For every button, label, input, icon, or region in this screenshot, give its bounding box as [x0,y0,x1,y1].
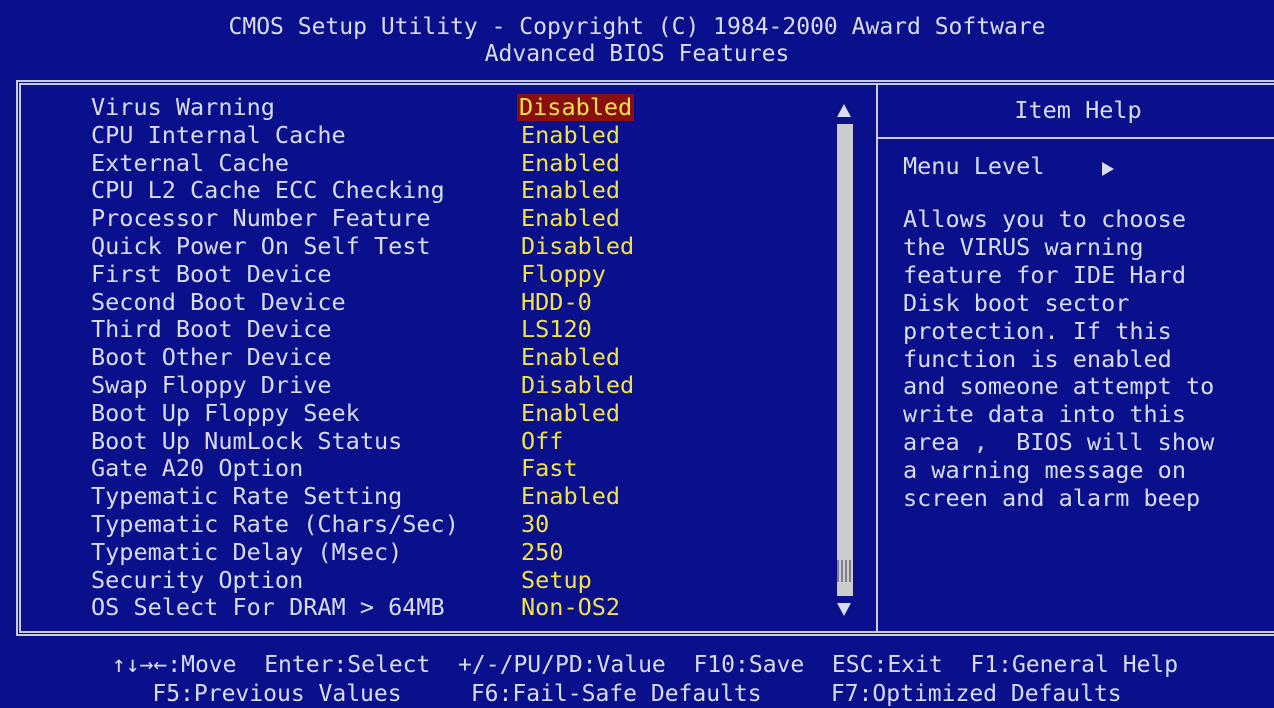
scrollbar[interactable] [837,124,853,596]
setting-value[interactable]: Floppy [519,260,608,288]
setting-label: Typematic Rate Setting [91,482,403,511]
setting-row[interactable]: Typematic Delay (Msec) 250 [91,537,651,567]
triangle-right-icon [1102,162,1114,176]
help-line: and someone attempt to [903,372,1215,401]
header: CMOS Setup Utility - Copyright (C) 1984-… [0,0,1274,78]
setting-value[interactable]: 250 [519,538,565,566]
setting-row[interactable]: Typematic Rate (Chars/Sec) 30 [91,509,651,539]
setting-value[interactable]: Enabled [519,205,622,232]
setting-value[interactable]: Enabled [519,177,622,204]
setting-row[interactable]: CPU L2 Cache ECC Checking Enabled [91,177,651,205]
setting-row[interactable]: Gate A20 Option Fast [91,455,651,483]
help-line: screen and alarm beep [903,484,1201,513]
setting-label: External Cache [91,148,290,177]
setting-value[interactable]: 30 [519,510,551,538]
setting-row[interactable]: OS Select For DRAM > 64MB Non-OS2 [91,594,651,622]
setting-label: Virus Warning [91,93,275,121]
page-title: Advanced BIOS Features [484,41,790,67]
setting-label: Security Option [91,565,304,594]
setting-label: CPU Internal Cache [91,120,346,149]
app-title: CMOS Setup Utility - Copyright (C) 1984-… [228,14,1046,40]
setting-label: Quick Power On Self Test [91,231,431,260]
setting-label: Gate A20 Option [91,454,304,483]
setting-label: OS Select For DRAM > 64MB [91,593,445,622]
setting-value-selected[interactable]: Disabled [517,94,635,121]
footer-defaults-line: F5:Previous Values F6:Fail-Safe Defaults… [152,681,1122,707]
setting-label: Third Boot Device [91,315,332,344]
setting-row[interactable]: Quick Power On Self Test Disabled [91,231,651,261]
setting-value[interactable]: Disabled [519,371,636,399]
panel-divider [876,85,878,631]
setting-value[interactable]: Fast [519,455,580,482]
scrollbar-grip[interactable] [837,560,853,582]
setting-label: Boot Up NumLock Status [91,426,403,455]
setting-value[interactable]: Disabled [519,232,636,260]
help-line: a warning message on [903,456,1186,485]
setting-row[interactable]: External Cache Enabled [91,148,651,178]
help-line: write data into this [903,400,1186,429]
help-title: Item Help [1014,96,1142,124]
setting-value[interactable]: Enabled [519,399,622,427]
setting-value[interactable]: Enabled [519,483,622,510]
help-line: protection. If this [903,316,1172,345]
setting-row[interactable]: Typematic Rate Setting Enabled [91,483,651,511]
setting-label: CPU L2 Cache ECC Checking [91,176,445,205]
help-line: Disk boot sector [903,288,1130,317]
setting-label: Second Boot Device [91,287,346,316]
setting-row[interactable]: Third Boot Device LS120 [91,316,651,344]
setting-label: Boot Other Device [91,343,332,372]
help-line: area , BIOS will show [903,428,1215,457]
help-title-divider [878,137,1274,139]
scroll-down-icon[interactable] [837,603,851,616]
menu-level-label: Menu Level [903,152,1045,180]
setting-row[interactable]: CPU Internal Cache Enabled [91,120,651,150]
setting-label: Typematic Delay (Msec) [91,537,403,566]
setting-label: Swap Floppy Drive [91,370,332,399]
setting-row[interactable]: Processor Number Feature Enabled [91,205,651,233]
settings-list: Virus Warning Disabled CPU Internal Cache E… [91,94,651,622]
scroll-up-icon[interactable] [837,104,851,117]
help-line: feature for IDE Hard [903,260,1186,289]
setting-row[interactable]: Second Boot Device HDD-0 [91,287,651,317]
setting-value[interactable]: Enabled [519,121,622,149]
setting-value[interactable]: Setup [519,566,594,594]
setting-row[interactable]: Virus Warning Disabled [91,94,651,122]
help-line: function is enabled [903,344,1172,373]
setting-row[interactable]: Boot Other Device Enabled [91,344,651,372]
setting-row[interactable]: Boot Up Floppy Seek Enabled [91,398,651,428]
setting-label: First Boot Device [91,259,332,288]
setting-value[interactable]: Enabled [519,149,622,177]
footer-keys-line: ↑↓→←:Move Enter:Select +/-/PU/PD:Value F… [111,652,1179,678]
setting-row[interactable]: Security Option Setup [91,565,651,595]
setting-value[interactable]: Non-OS2 [519,594,622,621]
help-line: the VIRUS warning [903,232,1144,261]
help-text: Allows you to choose the VIRUS warning fea… [903,205,1273,513]
setting-label: Typematic Rate (Chars/Sec) [91,509,459,538]
setting-row[interactable]: First Boot Device Floppy [91,259,651,289]
setting-value[interactable]: Off [519,427,565,455]
setting-label: Boot Up Floppy Seek [91,398,360,427]
setting-row[interactable]: Swap Floppy Drive Disabled [91,370,651,400]
setting-row[interactable]: Boot Up NumLock Status Off [91,426,651,456]
help-line: Allows you to choose [903,205,1186,233]
setting-value[interactable]: HDD-0 [519,288,594,316]
setting-value[interactable]: LS120 [519,316,594,343]
setting-label: Processor Number Feature [91,204,431,233]
setting-value[interactable]: Enabled [519,344,622,371]
